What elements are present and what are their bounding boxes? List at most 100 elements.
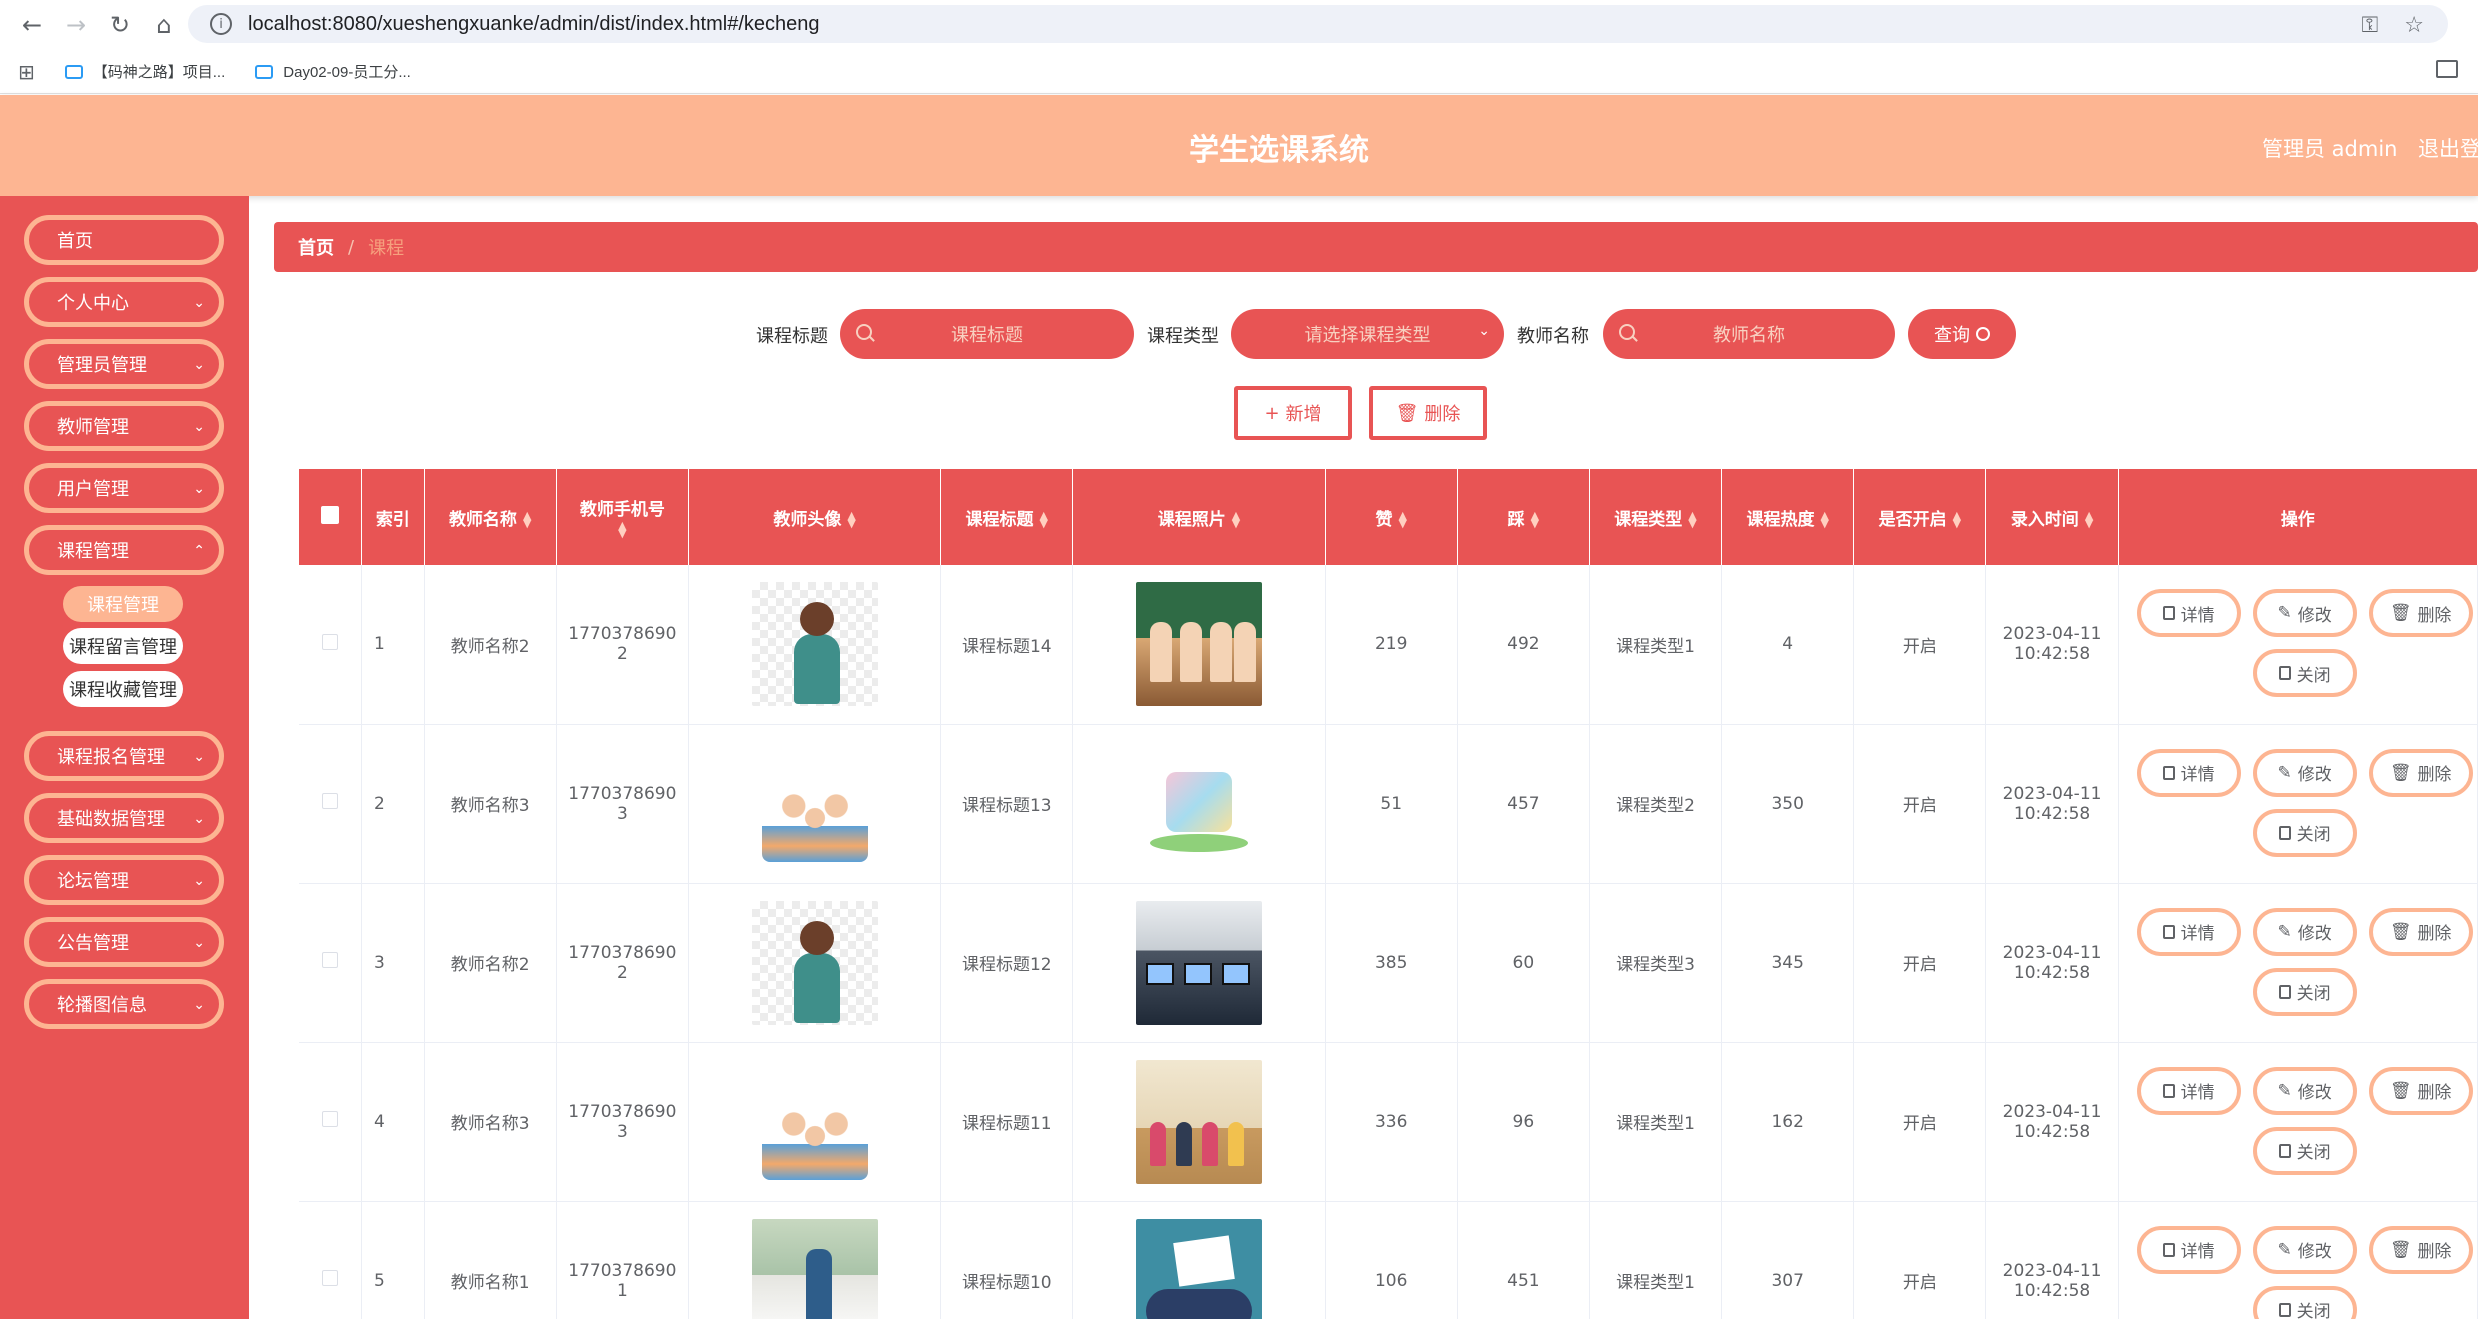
home-icon[interactable]: ⌂	[144, 5, 184, 45]
teacher-avatar-image[interactable]	[751, 1059, 878, 1184]
sidebar-item-user-management[interactable]: 用户管理 ⌄	[24, 463, 224, 513]
sidebar-item-course-management[interactable]: 课程管理 ⌃	[24, 525, 224, 575]
col-header-title[interactable]: 课程标题 ▲ ▼	[940, 469, 1074, 565]
delete-button[interactable]: 🗑 删除	[2368, 589, 2473, 637]
sort-icon[interactable]: ▲ ▼	[1398, 510, 1406, 529]
sort-icon[interactable]: ▲ ▼	[1953, 510, 1961, 529]
course-type-select[interactable]: 请选择课程类型 ⌄	[1231, 309, 1504, 359]
sidebar-item-teacher-management[interactable]: 教师管理 ⌄	[24, 401, 224, 451]
teacher-avatar-image[interactable]	[751, 900, 878, 1025]
detail-button[interactable]: 详情	[2136, 1066, 2241, 1115]
course-title-input[interactable]: 课程标题	[840, 309, 1134, 359]
cell-time: 2023-04-11 10:42:58	[1985, 883, 2119, 1043]
forward-arrow-icon[interactable]: →	[56, 5, 96, 45]
edit-button[interactable]: ✎ 修改	[2252, 907, 2357, 956]
course-photo-image[interactable]	[1135, 900, 1262, 1025]
course-photo-image[interactable]	[1135, 582, 1262, 707]
sub-item-course-comment[interactable]: 课程留言管理	[63, 628, 183, 664]
col-header-type[interactable]: 课程类型 ▲ ▼	[1589, 469, 1723, 565]
apps-grid-icon[interactable]: ⊞	[18, 60, 35, 84]
detail-button[interactable]: 详情	[2136, 748, 2241, 797]
sidebar-item-home[interactable]: 首页	[24, 215, 224, 265]
address-bar[interactable]: i localhost:8080/xueshengxuanke/admin/di…	[188, 5, 2448, 43]
sort-icon[interactable]: ▲ ▼	[1232, 510, 1240, 529]
edit-button[interactable]: ✎ 修改	[2252, 1066, 2357, 1115]
reload-icon[interactable]: ↻	[100, 5, 140, 45]
row-checkbox[interactable]	[299, 724, 363, 884]
key-icon[interactable]: ⚿	[2362, 13, 2379, 38]
folder-icon[interactable]	[2436, 60, 2458, 78]
sidebar-item-carousel-info[interactable]: 轮播图信息 ⌄	[24, 979, 224, 1029]
teacher-name-input[interactable]: 教师名称	[1603, 309, 1895, 359]
sidebar-item-base-data-management[interactable]: 基础数据管理 ⌄	[24, 793, 224, 843]
row-checkbox[interactable]	[299, 1201, 363, 1319]
sidebar-item-enrollment-management[interactable]: 课程报名管理 ⌄	[24, 731, 224, 781]
sort-icon[interactable]: ▲ ▼	[1688, 510, 1696, 529]
col-header-phone[interactable]: 教师手机号 ▲ ▼	[556, 469, 689, 565]
cell-heat: 345	[1721, 883, 1855, 1043]
col-header-likes[interactable]: 赞 ▲ ▼	[1325, 469, 1458, 565]
edit-button[interactable]: ✎ 修改	[2252, 1225, 2357, 1274]
delete-button[interactable]: 🗑 删除	[2368, 907, 2473, 956]
logout-link[interactable]: 退出登	[2418, 133, 2478, 163]
sort-icon[interactable]: ▲ ▼	[2085, 510, 2093, 529]
close-button[interactable]: 关闭	[2252, 1285, 2357, 1319]
sort-icon[interactable]: ▲ ▼	[523, 510, 531, 529]
close-button[interactable]: 关闭	[2252, 808, 2357, 857]
trash-icon: 🗑	[2389, 1080, 2412, 1101]
query-button[interactable]: 查询	[1908, 309, 2016, 359]
edit-button[interactable]: ✎ 修改	[2252, 589, 2357, 637]
col-header-photo[interactable]: 课程照片 ▲ ▼	[1072, 469, 1326, 565]
col-header-avatar[interactable]: 教师头像 ▲ ▼	[688, 469, 942, 565]
sort-icon[interactable]: ▲ ▼	[847, 510, 855, 529]
col-header-teacher[interactable]: 教师名称 ▲ ▼	[424, 469, 557, 565]
delete-button[interactable]: 🗑 删除	[2368, 748, 2473, 797]
document-icon	[2278, 825, 2291, 840]
teacher-avatar-image[interactable]	[751, 1218, 878, 1319]
edit-button[interactable]: ✎ 修改	[2252, 748, 2357, 797]
add-button[interactable]: + 新增	[1234, 386, 1352, 440]
row-checkbox[interactable]	[299, 1042, 363, 1202]
close-button[interactable]: 关闭	[2252, 967, 2357, 1016]
sort-icon[interactable]: ▲ ▼	[1820, 510, 1828, 529]
course-photo-image[interactable]	[1135, 1218, 1262, 1319]
sidebar-item-notice-management[interactable]: 公告管理 ⌄	[24, 917, 224, 967]
delete-button[interactable]: 🗑 删除	[2368, 1066, 2473, 1115]
batch-delete-button[interactable]: 🗑 删除	[1369, 386, 1487, 440]
sidebar-item-label: 公告管理	[57, 933, 129, 954]
col-header-time[interactable]: 录入时间 ▲ ▼	[1985, 469, 2119, 565]
delete-button[interactable]: 🗑 删除	[2368, 1225, 2473, 1274]
select-all-checkbox[interactable]	[299, 469, 363, 565]
sort-icon[interactable]: ▲ ▼	[1040, 510, 1048, 529]
sidebar-item-forum-management[interactable]: 论坛管理 ⌄	[24, 855, 224, 905]
detail-button[interactable]: 详情	[2136, 589, 2241, 637]
breadcrumb-home[interactable]: 首页	[298, 234, 334, 260]
site-info-icon[interactable]: i	[210, 13, 232, 35]
detail-button[interactable]: 详情	[2136, 1225, 2241, 1274]
row-checkbox[interactable]	[299, 883, 363, 1043]
teacher-avatar-image[interactable]	[751, 741, 878, 866]
col-header-dislikes[interactable]: 踩 ▲ ▼	[1457, 469, 1590, 565]
row-checkbox[interactable]	[299, 565, 363, 725]
course-photo-image[interactable]	[1135, 1059, 1262, 1184]
teacher-avatar-image[interactable]	[751, 582, 878, 707]
bookmark-star-icon[interactable]: ☆	[2404, 13, 2424, 38]
detail-button[interactable]: 详情	[2136, 907, 2241, 956]
close-button[interactable]: 关闭	[2252, 1126, 2357, 1175]
sidebar: 首页 个人中心 ⌄ 管理员管理 ⌄ 教师管理 ⌄ 用户管理 ⌄ 课程管理 ⌃ 课程管理 课…	[0, 196, 249, 1319]
course-photo-image[interactable]	[1135, 741, 1262, 866]
add-button-label: 新增	[1285, 404, 1322, 425]
col-header-open[interactable]: 是否开启 ▲ ▼	[1853, 469, 1987, 565]
back-arrow-icon[interactable]: ←	[12, 5, 52, 45]
sub-item-course[interactable]: 课程管理	[63, 586, 183, 622]
sub-item-course-favorite[interactable]: 课程收藏管理	[63, 671, 183, 707]
sort-icon[interactable]: ▲ ▼	[1531, 510, 1539, 529]
cell-type: 课程类型1	[1589, 1042, 1723, 1202]
bookmark-item[interactable]: Day02-09-员工分...	[255, 61, 411, 82]
sidebar-item-personal-center[interactable]: 个人中心 ⌄	[24, 277, 224, 327]
bookmark-item[interactable]: 【码神之路】项目...	[64, 61, 225, 82]
col-header-heat[interactable]: 课程热度 ▲ ▼	[1721, 469, 1855, 565]
close-button[interactable]: 关闭	[2252, 649, 2357, 697]
sidebar-item-admin-management[interactable]: 管理员管理 ⌄	[24, 339, 224, 389]
sort-icon[interactable]: ▲ ▼	[618, 520, 626, 539]
